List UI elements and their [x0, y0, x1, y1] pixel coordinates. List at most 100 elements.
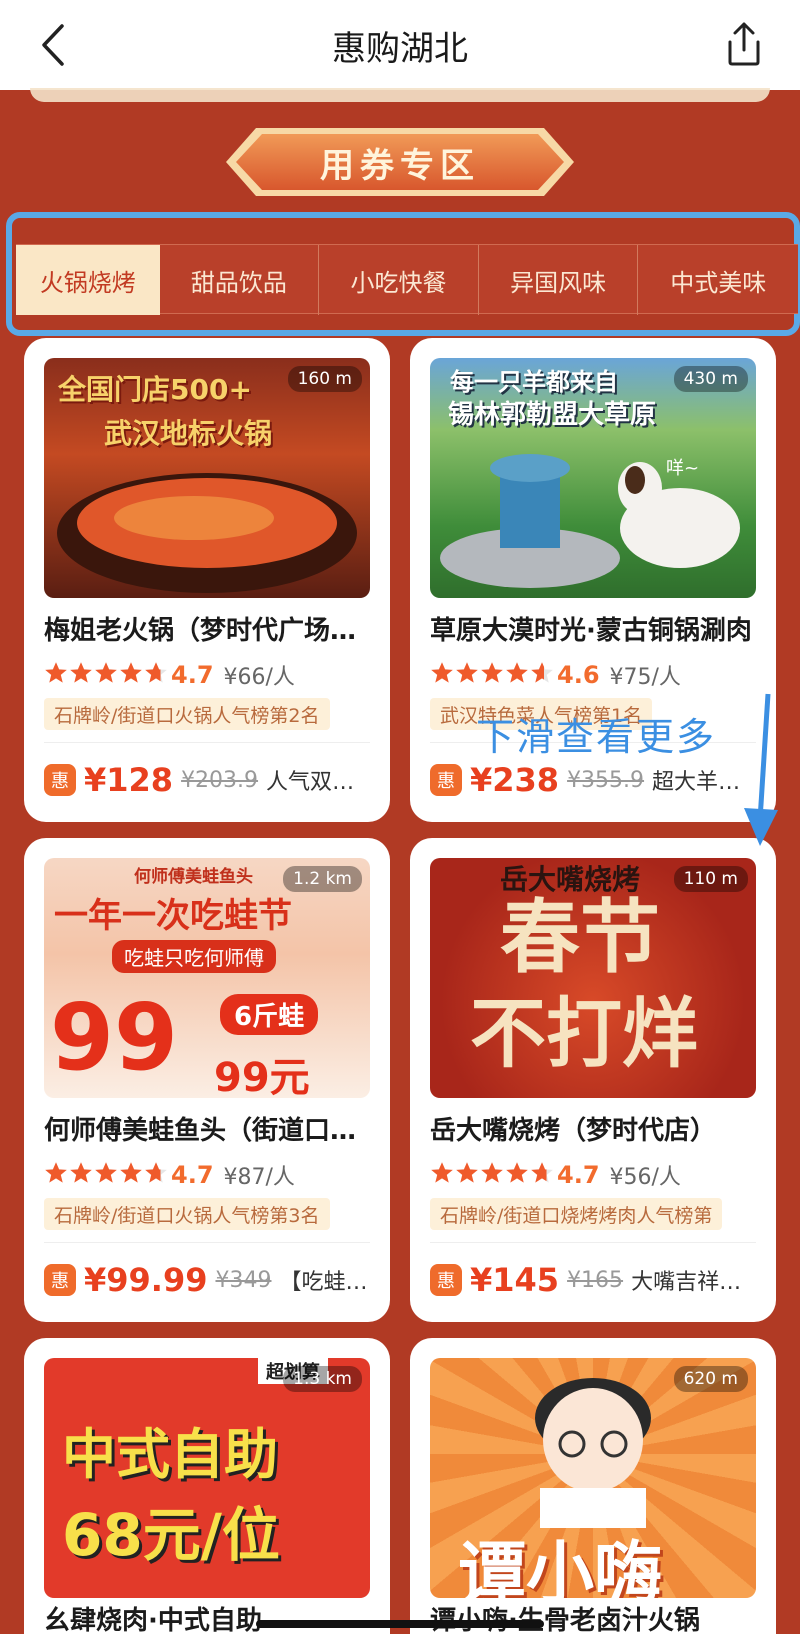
original-price: ¥355.9 [567, 767, 645, 793]
poster-line: 何师傅美蛙鱼头 [134, 867, 253, 887]
shop-image: 每一只羊都来自 锡林郭勒盟大草原 咩~ 430 m [430, 358, 756, 598]
rating-score: 4.7 [171, 1161, 214, 1189]
avg-price: ¥56/人 [609, 1165, 681, 1190]
star-icon [530, 661, 555, 689]
tab-hotpot-bbq[interactable]: 火锅烧烤 [16, 245, 160, 315]
star-icon [455, 1161, 480, 1189]
top-nav-bar: 惠购湖北 [0, 0, 800, 90]
shop-name: 谭小嗨·生骨老卤汁火锅 [430, 1606, 700, 1634]
poster-line: 吃蛙只吃何师傅 [112, 940, 276, 973]
star-icon [480, 661, 505, 689]
deal-price: ¥145 [470, 1261, 560, 1299]
promo-strip [30, 88, 770, 102]
deal-row[interactable]: 惠 ¥99.99 ¥349 【吃蛙节】6斤蛙 [44, 1260, 370, 1300]
avg-price: ¥66/人 [223, 665, 295, 690]
poster-line: 99 [50, 984, 179, 1091]
divider [430, 1242, 756, 1243]
poster-line: 中式自助 [62, 1423, 278, 1486]
poster-line: 68元/位 [62, 1501, 280, 1569]
deal-price: ¥99.99 [84, 1261, 208, 1299]
poster-line: 不打烊 [470, 989, 698, 1078]
tab-snacks-fastfood[interactable]: 小吃快餐 [319, 245, 479, 315]
shop-image: 何师傅美蛙鱼头 一年一次吃蛙节 吃蛙只吃何师傅 99 99元 6斤蛙 1.2 k… [44, 858, 370, 1098]
deal-title: 大嘴吉祥套餐 [631, 1270, 756, 1295]
distance-badge: 1.3 km [283, 1366, 362, 1392]
chevron-left-icon [42, 24, 64, 66]
discount-badge: 惠 [44, 1264, 76, 1296]
deal-row[interactable]: 惠 ¥128 ¥203.9 人气双人套餐 [44, 760, 370, 800]
rating-row: 4.6 ¥75/人 [430, 660, 681, 690]
original-price: ¥165 [567, 1267, 624, 1293]
shop-image: 岳大嘴烧烤 春节 不打烊 110 m [430, 858, 756, 1098]
star-rating [44, 661, 169, 689]
shop-image: 全国门店500+ 武汉地标火锅 160 m [44, 358, 370, 598]
distance-badge: 1.2 km [283, 866, 362, 892]
discount-badge: 惠 [430, 764, 462, 796]
rating-score: 4.7 [557, 1161, 600, 1189]
poster-line: 99元 [214, 1055, 310, 1098]
shop-card[interactable]: 超划算 中式自助 68元/位 1.3 km 幺肆烧肉·中式自助 [24, 1338, 390, 1634]
distance-badge: 620 m [673, 1366, 748, 1392]
deal-row[interactable]: 惠 ¥238 ¥355.9 超大羊蝎子套餐 [430, 760, 756, 800]
rating-score: 4.7 [171, 661, 214, 689]
distance-badge: 160 m [287, 366, 362, 392]
star-icon [144, 1161, 169, 1189]
star-icon [119, 661, 144, 689]
shop-name: 草原大漠时光·蒙古铜锅涮肉 [430, 616, 752, 646]
poster-line: 武汉地标火锅 [104, 417, 273, 450]
star-icon [530, 1161, 555, 1189]
star-icon [430, 1161, 455, 1189]
discount-badge: 惠 [430, 1264, 462, 1296]
star-icon [44, 1161, 69, 1189]
poster-line: 全国门店500+ [58, 373, 252, 406]
rating-row: 4.7 ¥56/人 [430, 1160, 681, 1190]
star-icon [69, 661, 94, 689]
original-price: ¥203.9 [181, 767, 259, 793]
star-icon [480, 1161, 505, 1189]
divider [44, 1242, 370, 1243]
avg-price: ¥75/人 [609, 665, 681, 690]
scroll-hint-text: 下滑查看更多 [476, 715, 717, 759]
poster-line: 咩~ [666, 458, 700, 479]
category-tabs: 火锅烧烤 甜品饮品 小吃快餐 异国风味 中式美味 [16, 244, 798, 315]
star-icon [119, 1161, 144, 1189]
home-indicator [256, 1620, 544, 1628]
deal-title: 【吃蛙节】6斤蛙 [279, 1270, 370, 1295]
shop-name: 梅姐老火锅（梦时代广场店） [44, 616, 370, 646]
shop-card[interactable]: 何师傅美蛙鱼头 一年一次吃蛙节 吃蛙只吃何师傅 99 99元 6斤蛙 1.2 k… [24, 838, 390, 1322]
divider [44, 742, 370, 743]
star-icon [505, 1161, 530, 1189]
deal-price: ¥238 [470, 761, 560, 799]
star-rating [44, 1161, 169, 1189]
star-icon [94, 661, 119, 689]
star-icon [44, 661, 69, 689]
poster-line: 春节 [500, 891, 660, 984]
back-button[interactable] [34, 22, 74, 68]
distance-badge: 110 m [673, 866, 748, 892]
star-icon [94, 1161, 119, 1189]
poster-line: 谭小嗨 [458, 1535, 663, 1598]
star-rating [430, 661, 555, 689]
avg-price: ¥87/人 [223, 1165, 295, 1190]
poster-line: 6斤蛙 [220, 994, 319, 1035]
arrow-down-icon [744, 693, 778, 846]
star-icon [144, 661, 169, 689]
shop-name: 幺肆烧肉·中式自助 [44, 1606, 262, 1634]
star-icon [69, 1161, 94, 1189]
share-button[interactable] [722, 20, 766, 68]
poster-line: 锡林郭勒盟大草原 [448, 400, 657, 430]
star-icon [505, 661, 530, 689]
shop-card[interactable]: 谭小嗨 620 m 谭小嗨·生骨老卤汁火锅 [410, 1338, 776, 1634]
tab-chinese-cuisine[interactable]: 中式美味 [638, 245, 798, 315]
rating-score: 4.6 [557, 661, 600, 689]
shop-card[interactable]: 全国门店500+ 武汉地标火锅 160 m 梅姐老火锅（梦时代广场店） 4.7 … [24, 338, 390, 822]
rating-row: 4.7 ¥87/人 [44, 1160, 295, 1190]
ranking-tag: 石牌岭/街道口火锅人气榜第2名 [44, 698, 330, 730]
deal-row[interactable]: 惠 ¥145 ¥165 大嘴吉祥套餐 [430, 1260, 756, 1300]
tab-desserts-drinks[interactable]: 甜品饮品 [160, 245, 320, 315]
shop-card[interactable]: 岳大嘴烧烤 春节 不打烊 110 m 岳大嘴烧烤（梦时代店） 4.7 ¥56/人… [410, 838, 776, 1322]
tab-foreign-cuisine[interactable]: 异国风味 [479, 245, 639, 315]
deal-title: 人气双人套餐 [266, 770, 370, 795]
share-icon [728, 22, 760, 66]
star-icon [455, 661, 480, 689]
